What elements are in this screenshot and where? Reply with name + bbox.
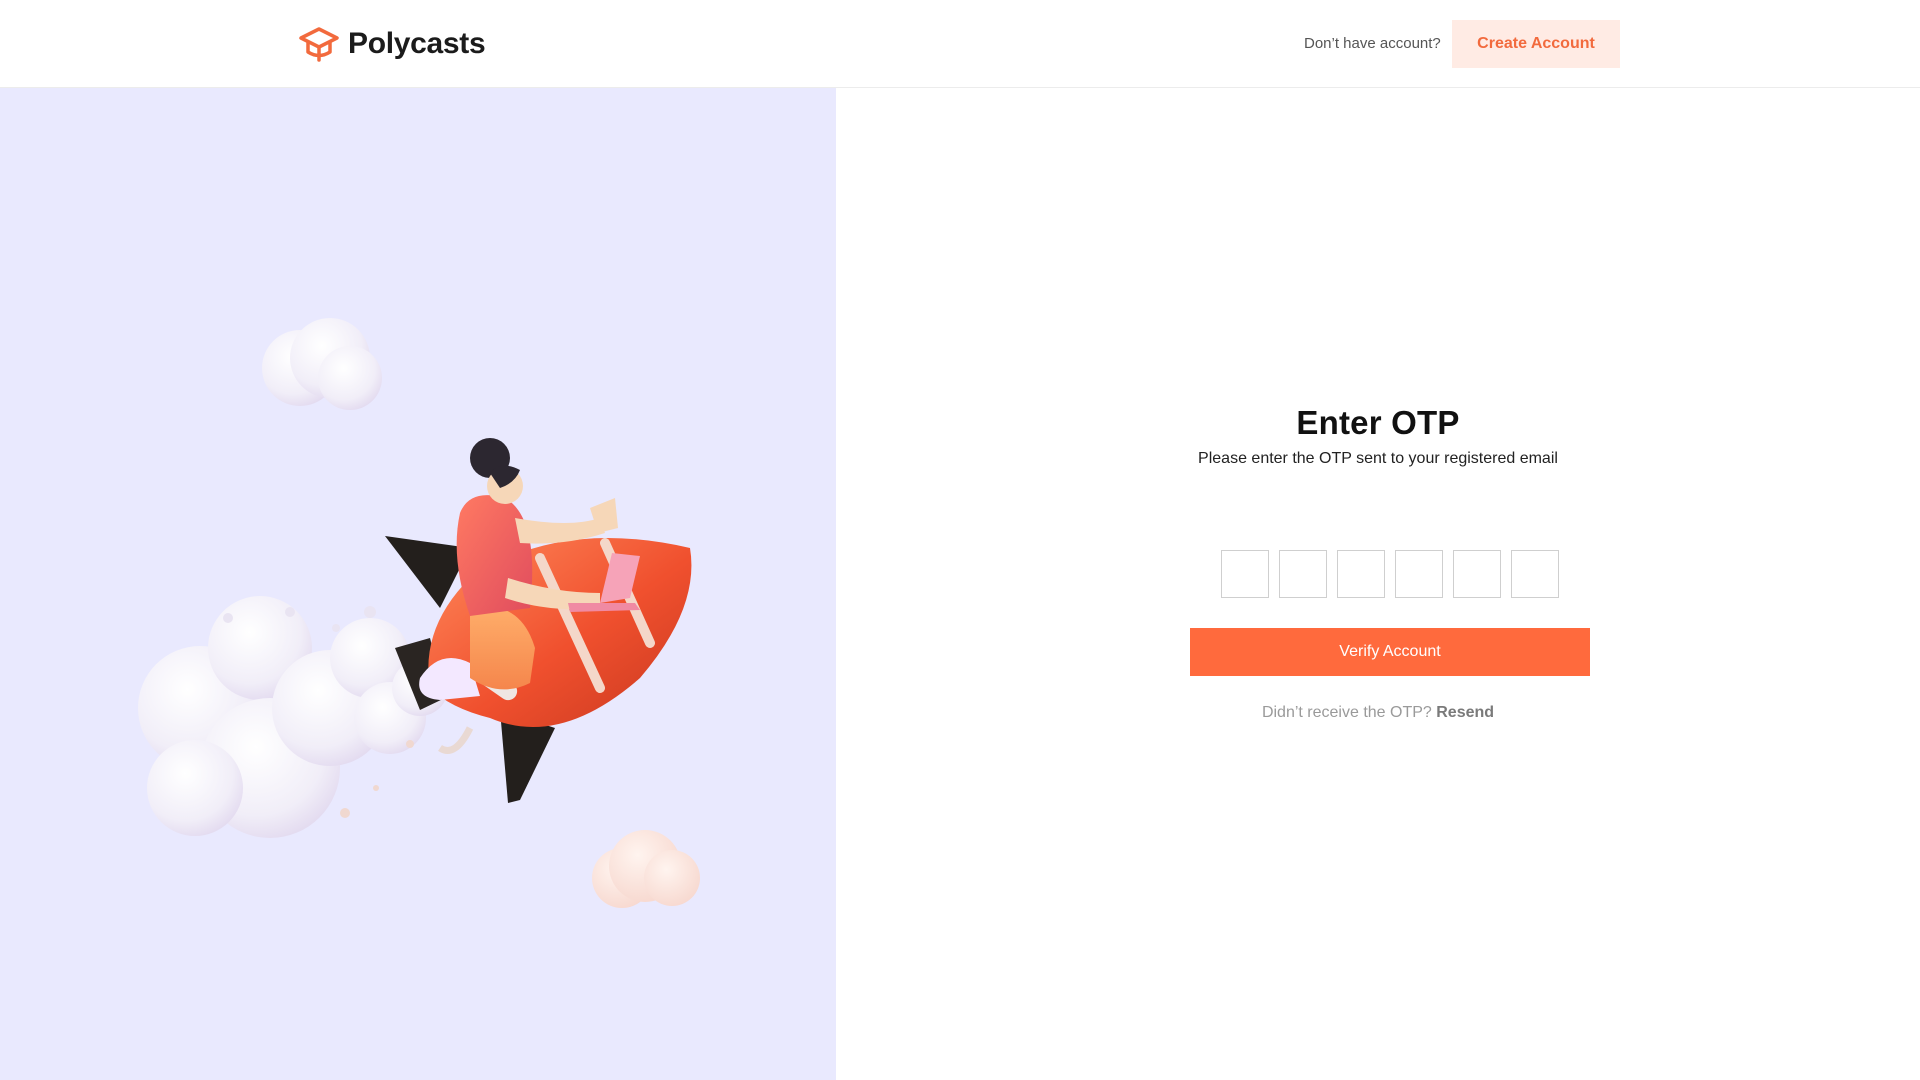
cloud-bottom	[592, 830, 700, 908]
brand-name: Polycasts	[348, 27, 486, 60]
cloud-top	[262, 318, 382, 410]
verify-account-button[interactable]: Verify Account	[1190, 628, 1590, 676]
brand-logo[interactable]: Polycasts	[298, 24, 486, 64]
otp-digit-1[interactable]	[1221, 550, 1269, 598]
resend-prompt: Didn’t receive the OTP?	[1261, 704, 1432, 721]
otp-digit-6[interactable]	[1511, 550, 1559, 598]
otp-digit-3[interactable]	[1337, 550, 1385, 598]
otp-digit-5[interactable]	[1453, 550, 1501, 598]
otp-digit-2[interactable]	[1279, 550, 1327, 598]
resend-link[interactable]: Resend	[1436, 704, 1494, 721]
otp-panel: Enter OTP Please enter the OTP sent to y…	[836, 88, 1920, 1080]
resend-row: Didn’t receive the OTP? Resend	[836, 704, 1920, 722]
illustration-panel	[0, 88, 836, 1080]
rocket-illustration	[138, 318, 700, 908]
otp-input-group	[1221, 550, 1559, 598]
page-subtitle: Please enter the OTP sent to your regist…	[1198, 450, 1558, 467]
otp-digit-4[interactable]	[1395, 550, 1443, 598]
page-title: Enter OTP	[1296, 404, 1460, 441]
graduation-cap-icon	[299, 27, 339, 62]
exhaust-cloud	[138, 596, 448, 838]
top-header: Polycasts Don’t have account? Create Acc…	[0, 0, 1920, 88]
create-account-button[interactable]: Create Account	[1452, 20, 1620, 68]
no-account-prompt: Don’t have account?	[1304, 35, 1441, 52]
